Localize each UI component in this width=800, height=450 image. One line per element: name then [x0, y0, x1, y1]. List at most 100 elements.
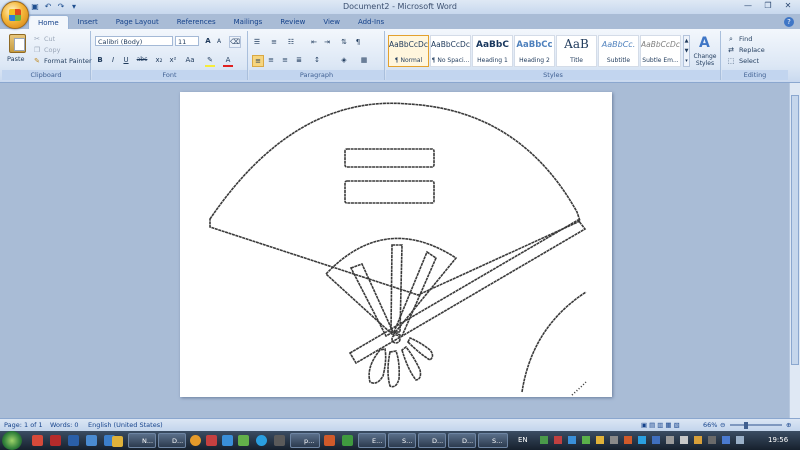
app-icon[interactable]	[238, 435, 249, 446]
style-heading-1[interactable]: AaBbC Heading 1	[472, 35, 513, 67]
zoom-slider-thumb[interactable]	[744, 422, 748, 429]
tray-icon[interactable]	[694, 436, 702, 444]
format-painter-button[interactable]: Format Painter	[44, 57, 92, 65]
tray-icon[interactable]	[722, 436, 730, 444]
language-bar[interactable]: EN	[518, 431, 528, 450]
find-button[interactable]: Find	[739, 35, 752, 43]
style-title[interactable]: AaB Title	[556, 35, 597, 67]
bullets-icon[interactable]: ☰	[252, 37, 262, 47]
numbering-icon[interactable]: ≡	[269, 37, 279, 47]
office-button[interactable]	[1, 1, 29, 29]
style-subtitle[interactable]: AaBbCc. Subtitle	[598, 35, 639, 67]
tray-icon[interactable]	[680, 436, 688, 444]
tab-review[interactable]: Review	[271, 15, 314, 29]
app-icon[interactable]	[342, 435, 353, 446]
change-case-button[interactable]: Aa	[183, 55, 197, 65]
zoom-out-icon[interactable]: ⊖	[720, 419, 725, 431]
taskbar-button[interactable]: D...	[418, 433, 446, 448]
close-icon[interactable]: ✕	[778, 0, 798, 12]
tray-icon[interactable]	[596, 436, 604, 444]
bold-button[interactable]: B	[95, 55, 105, 65]
view-buttons[interactable]: ▣▤▥▦▧	[641, 419, 682, 431]
tray-icon[interactable]	[610, 436, 618, 444]
replace-button[interactable]: Replace	[739, 46, 765, 54]
taskbar-button[interactable]: D...	[448, 433, 476, 448]
help-icon[interactable]: ?	[784, 17, 794, 27]
language-indicator[interactable]: English (United States)	[88, 419, 163, 431]
shrink-font-button[interactable]: A	[214, 37, 224, 47]
multilevel-list-icon[interactable]: ☷	[286, 37, 296, 47]
select-button[interactable]: Select	[739, 57, 759, 65]
tray-icon[interactable]	[708, 436, 716, 444]
scrollbar-thumb[interactable]	[791, 95, 799, 365]
quicklaunch-icon[interactable]	[32, 435, 43, 446]
strikethrough-button[interactable]: abc	[135, 55, 149, 65]
font-color-icon[interactable]: A	[223, 55, 233, 67]
increase-indent-icon[interactable]: ⇥	[322, 37, 332, 47]
tray-icon[interactable]	[638, 436, 646, 444]
document-page[interactable]	[180, 92, 612, 397]
align-left-icon[interactable]: ≡	[252, 55, 264, 67]
style-normal[interactable]: AaBbCcDc ¶ Normal	[388, 35, 429, 67]
justify-icon[interactable]: ≣	[294, 55, 304, 65]
underline-button[interactable]: U	[121, 55, 131, 65]
tray-icon[interactable]	[652, 436, 660, 444]
copy-button[interactable]: Copy	[44, 46, 61, 54]
borders-icon[interactable]: ▦	[359, 55, 369, 65]
tab-add-ins[interactable]: Add-Ins	[349, 15, 393, 29]
maximize-icon[interactable]: ❐	[758, 0, 778, 12]
align-center-icon[interactable]: ≡	[266, 55, 276, 65]
style-heading-2[interactable]: AaBbCc Heading 2	[514, 35, 555, 67]
quicklaunch-icon[interactable]	[50, 435, 61, 446]
superscript-button[interactable]: x²	[168, 55, 178, 65]
tab-mailings[interactable]: Mailings	[225, 15, 272, 29]
paste-button[interactable]: Paste	[5, 33, 29, 69]
tray-icon[interactable]	[554, 436, 562, 444]
style-subtle-emphasis[interactable]: AaBbCcDc Subtle Em...	[640, 35, 681, 67]
app-icon[interactable]	[324, 435, 335, 446]
tray-icon[interactable]	[540, 436, 548, 444]
show-marks-icon[interactable]: ¶	[353, 37, 363, 47]
taskbar-button[interactable]: E...	[358, 433, 386, 448]
taskbar-button[interactable]: D...	[158, 433, 186, 448]
app-icon[interactable]	[274, 435, 285, 446]
zoom-in-icon[interactable]: ⊕	[786, 419, 791, 431]
change-styles-button[interactable]: A Change Styles	[691, 33, 719, 69]
tab-references[interactable]: References	[168, 15, 225, 29]
quicklaunch-icon[interactable]	[86, 435, 97, 446]
highlight-icon[interactable]: ✎	[205, 55, 215, 67]
sort-icon[interactable]: ⇅	[339, 37, 349, 47]
app-icon[interactable]	[222, 435, 233, 446]
quicklaunch-icon[interactable]	[68, 435, 79, 446]
app-icon[interactable]	[206, 435, 217, 446]
decrease-indent-icon[interactable]: ⇤	[309, 37, 319, 47]
tab-view[interactable]: View	[314, 15, 349, 29]
tab-page-layout[interactable]: Page Layout	[107, 15, 168, 29]
taskbar-button[interactable]: S...	[478, 433, 508, 448]
align-right-icon[interactable]: ≡	[280, 55, 290, 65]
cut-button[interactable]: Cut	[44, 35, 55, 43]
taskbar-button[interactable]: p...	[290, 433, 320, 448]
tray-icon[interactable]	[666, 436, 674, 444]
tray-icon[interactable]	[582, 436, 590, 444]
italic-button[interactable]: I	[108, 55, 118, 65]
tray-icon[interactable]	[736, 436, 744, 444]
app-icon[interactable]	[190, 435, 201, 446]
font-name-box[interactable]: Calibri (Body)	[95, 36, 173, 46]
zoom-level[interactable]: 66%	[703, 419, 717, 431]
tray-icon[interactable]	[624, 436, 632, 444]
styles-gallery-scroll[interactable]: ▲ ▼ ▾	[683, 35, 690, 67]
grow-font-button[interactable]: A	[203, 36, 213, 46]
tab-home[interactable]: Home	[28, 15, 69, 29]
line-spacing-icon[interactable]: ↕	[312, 55, 322, 65]
shading-icon[interactable]: ◈	[339, 55, 349, 65]
taskbar-button[interactable]: N...	[128, 433, 156, 448]
vertical-scrollbar[interactable]	[789, 83, 800, 418]
tab-insert[interactable]: Insert	[69, 15, 107, 29]
quicklaunch-icon[interactable]	[112, 436, 123, 447]
taskbar-button[interactable]: S...	[388, 433, 416, 448]
minimize-icon[interactable]: —	[738, 0, 758, 12]
word-count[interactable]: Words: 0	[50, 419, 79, 431]
start-button[interactable]	[2, 431, 22, 450]
app-icon[interactable]	[256, 435, 267, 446]
